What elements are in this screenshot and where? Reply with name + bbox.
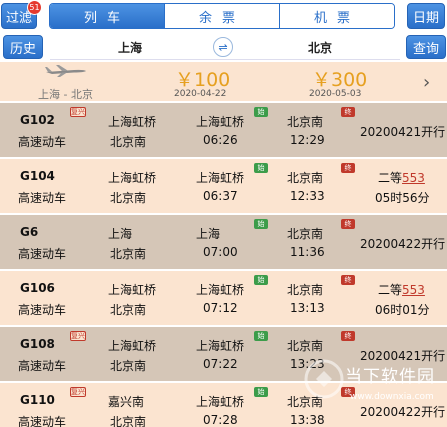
- depart-station: 上海虹桥: [196, 171, 245, 185]
- tab-trains[interactable]: 列车: [50, 4, 164, 28]
- train-type: 高速动车: [18, 191, 67, 205]
- terminal-marker-icon: 终: [341, 163, 355, 173]
- train-number: G108: [20, 337, 55, 351]
- train-type: 高速动车: [18, 415, 67, 427]
- train-type: 高速动车: [18, 247, 67, 261]
- seat-availability[interactable]: 二等553: [378, 169, 425, 186]
- history-button[interactable]: 历史: [3, 35, 43, 59]
- to-station-field[interactable]: 北京: [290, 35, 350, 59]
- divider: [50, 59, 400, 60]
- seat-class: 二等: [378, 171, 403, 185]
- origin-marker-icon: 始: [254, 331, 268, 341]
- origin-station: 上海虹桥: [108, 339, 157, 353]
- train-row[interactable]: G6 高速动车 上海 北京南 上海始 07:00 北京南终 11:36 20200422开行: [0, 215, 447, 269]
- flight-date: 2020-04-22: [174, 89, 227, 99]
- swap-stations-icon[interactable]: ⇌: [213, 37, 233, 57]
- train-type: 高速动车: [18, 303, 67, 317]
- terminal-marker-icon: 终: [341, 219, 355, 229]
- train-number: G106: [20, 281, 55, 295]
- depart-station: 上海虹桥: [196, 115, 245, 129]
- train-row[interactable]: G106 高速动车 上海虹桥 北京南 上海虹桥始 07:12 北京南终 13:13 二等553 0…: [0, 271, 447, 325]
- arrive-time: 12:29: [290, 133, 325, 147]
- arrive-time: 13:13: [290, 301, 325, 315]
- terminal-station: 北京南: [110, 359, 147, 373]
- terminal-marker-icon: 终: [341, 107, 355, 117]
- depart-time: 07:22: [203, 357, 238, 371]
- terminal-marker-icon: 终: [341, 275, 355, 285]
- terminal-station: 北京南: [110, 247, 147, 261]
- arrive-station: 北京南: [287, 227, 324, 241]
- date-button[interactable]: 日期: [407, 3, 445, 29]
- train-number: G102: [20, 113, 55, 127]
- depart-time: 06:26: [203, 133, 238, 147]
- arrive-station: 北京南: [287, 339, 324, 353]
- terminal-station: 北京南: [110, 415, 147, 427]
- seat-class: 二等: [378, 283, 403, 297]
- terminal-station: 北京南: [110, 303, 147, 317]
- tab-flights[interactable]: 机票: [279, 4, 394, 28]
- airplane-icon: [45, 65, 86, 77]
- origin-station: 上海虹桥: [108, 115, 157, 129]
- from-station-field[interactable]: 上海: [100, 35, 160, 59]
- depart-station: 上海: [196, 227, 221, 241]
- train-row[interactable]: 复兴 G102 高速动车 上海虹桥 北京南 上海虹桥始 06:26 北京南终 12:29 2020…: [0, 103, 447, 157]
- origin-station: 上海虹桥: [108, 283, 157, 297]
- depart-station: 上海虹桥: [196, 339, 245, 353]
- arrive-station: 北京南: [287, 171, 324, 185]
- seat-count[interactable]: 553: [402, 283, 425, 297]
- tab-remaining-tickets[interactable]: 余票: [164, 4, 279, 28]
- trip-duration: 05时56分: [375, 191, 430, 205]
- arrive-time: 11:36: [290, 245, 325, 259]
- origin-station: 上海虹桥: [108, 171, 157, 185]
- operation-status: 20200422开行: [360, 237, 446, 251]
- train-number: G110: [20, 393, 55, 407]
- watermark-text: 当下软件园: [345, 367, 435, 387]
- depart-time: 06:37: [203, 189, 238, 203]
- depart-station: 上海虹桥: [196, 283, 245, 297]
- flight-price: ￥100: [175, 69, 231, 91]
- arrive-station: 北京南: [287, 115, 324, 129]
- depart-time: 07:28: [203, 413, 238, 427]
- watermark-url: www.downxia.com: [350, 392, 434, 402]
- operation-status: 20200421开行: [360, 125, 446, 139]
- trip-duration: 06时01分: [375, 303, 430, 317]
- fuxing-badge: 复兴: [70, 331, 86, 341]
- terminal-station: 北京南: [110, 135, 147, 149]
- origin-marker-icon: 始: [254, 275, 268, 285]
- depart-time: 07:12: [203, 301, 238, 315]
- origin-station: 上海: [108, 227, 133, 241]
- flight-route: 上海 - 北京: [38, 88, 93, 101]
- train-number: G6: [20, 225, 39, 239]
- origin-station: 嘉兴南: [108, 395, 145, 409]
- arrive-time: 12:33: [290, 189, 325, 203]
- terminal-marker-icon: 终: [341, 331, 355, 341]
- arrive-station: 北京南: [287, 283, 324, 297]
- origin-marker-icon: 始: [254, 219, 268, 229]
- train-row[interactable]: G104 高速动车 上海虹桥 北京南 上海虹桥始 06:37 北京南终 12:33 二等553 0…: [0, 159, 447, 213]
- depart-time: 07:00: [203, 245, 238, 259]
- seat-count[interactable]: 553: [402, 171, 425, 185]
- query-button[interactable]: 查询: [406, 35, 446, 59]
- top-toolbar: 过滤 51 列车 余票 机票 日期: [0, 0, 447, 33]
- terminal-station: 北京南: [110, 191, 147, 205]
- mode-tabs: 列车 余票 机票: [49, 3, 395, 29]
- depart-station: 上海虹桥: [196, 395, 245, 409]
- origin-marker-icon: 始: [254, 163, 268, 173]
- arrive-time: 13:38: [290, 413, 325, 427]
- origin-marker-icon: 始: [254, 387, 268, 397]
- flight-price-banner[interactable]: 上海 - 北京 ￥100 2020-04-22 ￥300 2020-05-03 …: [0, 62, 447, 101]
- flight-date: 2020-05-03: [309, 89, 362, 99]
- fuxing-badge: 复兴: [70, 387, 86, 397]
- train-number: G104: [20, 169, 55, 183]
- flight-price: ￥300: [312, 69, 368, 91]
- filter-count-badge: 51: [27, 0, 42, 15]
- train-type: 高速动车: [18, 135, 67, 149]
- train-type: 高速动车: [18, 359, 67, 373]
- fuxing-badge: 复兴: [70, 107, 86, 117]
- chevron-right-icon[interactable]: ›: [423, 72, 430, 93]
- seat-availability[interactable]: 二等553: [378, 281, 425, 298]
- origin-marker-icon: 始: [254, 107, 268, 117]
